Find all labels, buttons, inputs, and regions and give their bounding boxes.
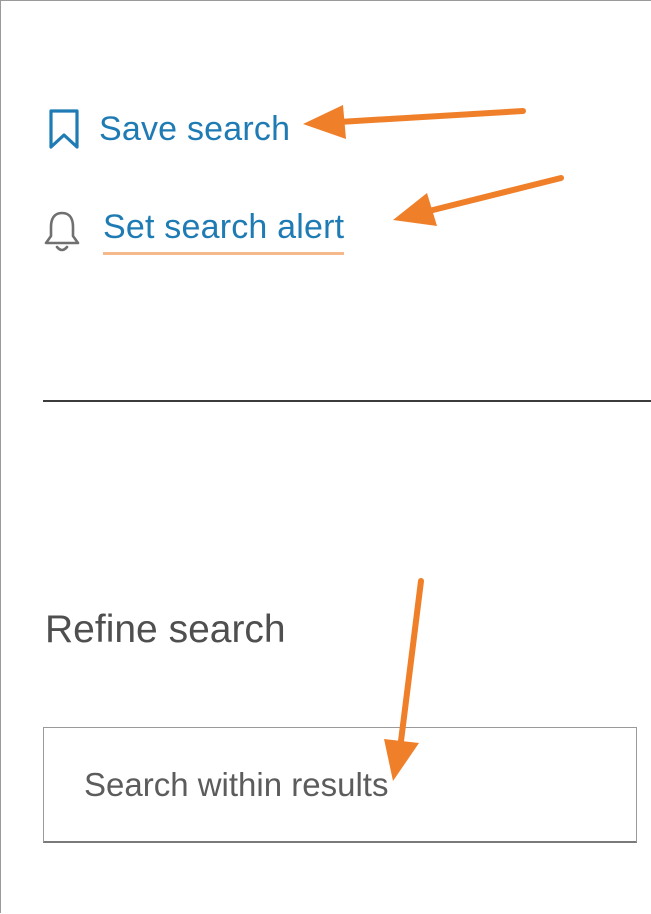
save-search-label: Save search [99,110,291,148]
arrow-to-set-search-alert [393,175,564,226]
set-search-alert-link[interactable]: Set search alert [41,205,345,255]
search-within-results-input[interactable] [44,728,636,841]
refine-search-heading: Refine search [45,608,286,651]
section-divider [43,400,651,402]
bell-icon [41,206,83,254]
set-search-alert-label: Set search alert [103,205,345,255]
search-within-results-box [43,727,637,843]
bookmark-icon [43,105,85,153]
page-frame: Save search Set search alert Refine sear… [0,0,651,913]
arrow-to-save-search [303,105,526,139]
save-search-link[interactable]: Save search [43,105,290,153]
